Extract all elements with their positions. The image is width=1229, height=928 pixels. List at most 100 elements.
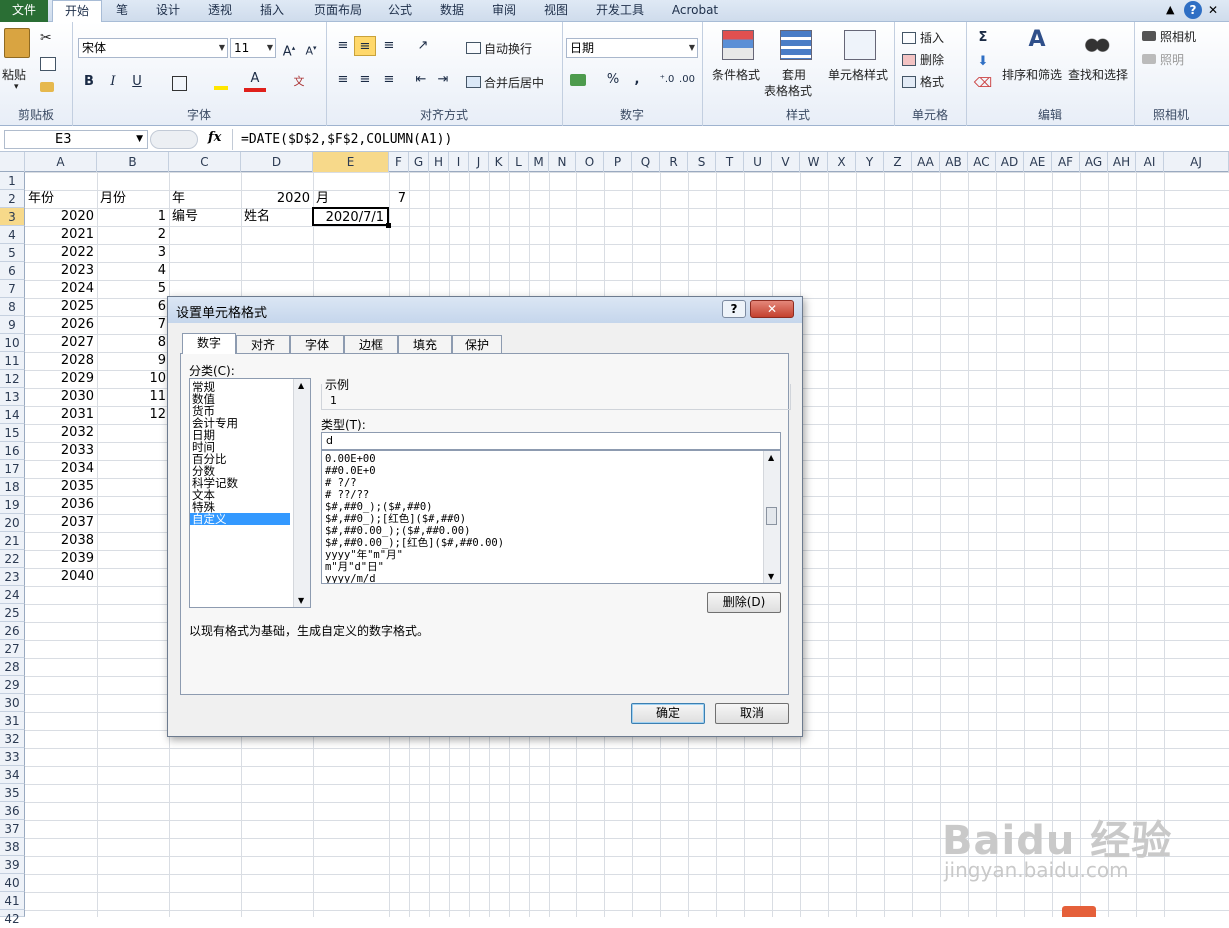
month-cell[interactable]: 9 bbox=[97, 352, 169, 370]
find-select-button[interactable]: 查找和选择 bbox=[1068, 66, 1128, 83]
autosum-icon[interactable]: Σ bbox=[972, 28, 994, 48]
row-header[interactable]: 27 bbox=[0, 640, 25, 658]
cell-e3-selected[interactable]: 2020/7/1 bbox=[312, 207, 389, 226]
year-cell[interactable]: 2023 bbox=[25, 262, 97, 280]
column-header[interactable]: AA bbox=[912, 152, 940, 172]
phonetic-icon[interactable]: 文 bbox=[288, 72, 310, 92]
tab-page-layout[interactable]: 页面布局 bbox=[306, 0, 370, 22]
tab-pivot[interactable]: 透视 bbox=[200, 0, 240, 22]
month-cell[interactable]: 5 bbox=[97, 280, 169, 298]
format-code-item[interactable]: $#,##0.00_);($#,##0.00) bbox=[322, 525, 780, 537]
dialog-close-button[interactable]: ✕ bbox=[750, 300, 794, 318]
copy-icon[interactable] bbox=[40, 57, 56, 71]
decrease-decimal-icon[interactable]: .00 bbox=[676, 70, 698, 90]
delete-cells-icon[interactable] bbox=[902, 54, 916, 66]
align-left-icon[interactable]: ≡ bbox=[332, 70, 354, 90]
column-header[interactable]: AB bbox=[940, 152, 968, 172]
column-header[interactable]: I bbox=[449, 152, 469, 172]
cell-e2[interactable]: 月 bbox=[316, 190, 329, 208]
format-list-scrollbar[interactable]: ▲ ▼ bbox=[763, 451, 780, 583]
column-header[interactable]: R bbox=[660, 152, 688, 172]
merge-center-button[interactable]: 合并后居中 bbox=[484, 74, 544, 91]
format-code-item[interactable]: $#,##0_);[红色]($#,##0) bbox=[322, 513, 780, 525]
column-header[interactable]: T bbox=[716, 152, 744, 172]
year-cell[interactable]: 2035 bbox=[25, 478, 97, 496]
column-header[interactable]: Y bbox=[856, 152, 884, 172]
year-cell[interactable]: 2025 bbox=[25, 298, 97, 316]
row-header[interactable]: 41 bbox=[0, 892, 25, 910]
row-header[interactable]: 18 bbox=[0, 478, 25, 496]
cell-styles-button[interactable]: 单元格样式 bbox=[828, 66, 888, 83]
column-header[interactable]: G bbox=[409, 152, 429, 172]
row-header[interactable]: 29 bbox=[0, 676, 25, 694]
year-cell[interactable]: 2022 bbox=[25, 244, 97, 262]
dialog-tab-fill[interactable]: 填充 bbox=[398, 335, 452, 354]
format-code-item[interactable]: yyyy"年"m"月" bbox=[322, 549, 780, 561]
fill-color-icon[interactable] bbox=[214, 74, 228, 90]
row-header[interactable]: 31 bbox=[0, 712, 25, 730]
format-code-item[interactable]: $#,##0.00_);[红色]($#,##0.00) bbox=[322, 537, 780, 549]
format-code-item[interactable]: m"月"d"日" bbox=[322, 561, 780, 573]
dialog-help-button[interactable]: ? bbox=[722, 300, 746, 318]
select-all-corner[interactable] bbox=[0, 152, 25, 172]
type-input[interactable]: d bbox=[321, 432, 781, 450]
column-header[interactable]: AJ bbox=[1164, 152, 1229, 172]
row-header[interactable]: 35 bbox=[0, 784, 25, 802]
number-format-combo[interactable]: 日期 ▼ bbox=[566, 38, 698, 58]
row-header[interactable]: 36 bbox=[0, 802, 25, 820]
formula-bar-splitter[interactable] bbox=[150, 130, 198, 149]
merge-center-icon[interactable] bbox=[466, 76, 481, 88]
scroll-down-icon[interactable]: ▼ bbox=[298, 596, 304, 605]
column-header[interactable]: C bbox=[169, 152, 241, 172]
year-cell[interactable]: 2033 bbox=[25, 442, 97, 460]
tab-insert[interactable]: 插入 bbox=[252, 0, 292, 22]
row-header[interactable]: 2 bbox=[0, 190, 25, 208]
format-cells-button[interactable]: 格式 bbox=[920, 73, 944, 90]
align-right-icon[interactable]: ≡ bbox=[378, 70, 400, 90]
row-header[interactable]: 11 bbox=[0, 352, 25, 370]
format-code-list[interactable]: 0.00E+00 ##0.0E+0 # ?/? # ??/?? $#,##0_)… bbox=[321, 450, 781, 584]
tab-review[interactable]: 审阅 bbox=[484, 0, 524, 22]
column-header[interactable]: X bbox=[828, 152, 856, 172]
cell-styles-icon[interactable] bbox=[844, 30, 876, 60]
row-header[interactable]: 1 bbox=[0, 172, 25, 190]
row-header[interactable]: 19 bbox=[0, 496, 25, 514]
scroll-up-icon[interactable]: ▲ bbox=[768, 453, 774, 462]
conditional-format-button[interactable]: 条件格式 bbox=[712, 66, 760, 83]
scroll-up-icon[interactable]: ▲ bbox=[298, 381, 304, 390]
increase-indent-icon[interactable]: ⇥ bbox=[432, 70, 454, 90]
row-header[interactable]: 24 bbox=[0, 586, 25, 604]
year-cell[interactable]: 2031 bbox=[25, 406, 97, 424]
row-header[interactable]: 13 bbox=[0, 388, 25, 406]
dialog-tab-number[interactable]: 数字 bbox=[182, 333, 236, 354]
fill-handle[interactable] bbox=[386, 223, 391, 228]
month-cell[interactable]: 10 bbox=[97, 370, 169, 388]
row-header[interactable]: 32 bbox=[0, 730, 25, 748]
orientation-icon[interactable]: ↗ bbox=[412, 36, 434, 56]
paste-button[interactable]: 粘贴 bbox=[2, 66, 26, 83]
camera-button[interactable]: 照相机 bbox=[1160, 28, 1196, 45]
column-header[interactable]: S bbox=[688, 152, 716, 172]
format-code-item[interactable]: 0.00E+00 bbox=[322, 453, 780, 465]
row-header[interactable]: 34 bbox=[0, 766, 25, 784]
align-bottom-icon[interactable]: ≡ bbox=[378, 36, 400, 56]
column-header[interactable]: W bbox=[800, 152, 828, 172]
name-box[interactable]: E3 ▼ bbox=[4, 130, 148, 149]
row-header[interactable]: 40 bbox=[0, 874, 25, 892]
tab-data[interactable]: 数据 bbox=[432, 0, 472, 22]
column-header[interactable]: U bbox=[744, 152, 772, 172]
year-cell[interactable]: 2020 bbox=[25, 208, 97, 226]
shrink-font-icon[interactable]: A▾ bbox=[300, 38, 322, 58]
row-header[interactable]: 4 bbox=[0, 226, 25, 244]
row-header[interactable]: 8 bbox=[0, 298, 25, 316]
grow-font-icon[interactable]: A▴ bbox=[278, 38, 300, 59]
cell-c3[interactable]: 编号 bbox=[172, 208, 198, 226]
format-code-item[interactable]: # ?/? bbox=[322, 477, 780, 489]
year-cell[interactable]: 2037 bbox=[25, 514, 97, 532]
formula-input[interactable]: =DATE($D$2,$F$2,COLUMN(A1)) bbox=[232, 129, 1229, 150]
scroll-down-icon[interactable]: ▼ bbox=[768, 572, 774, 581]
sort-filter-button[interactable]: 排序和筛选 bbox=[1002, 66, 1062, 83]
cancel-button[interactable]: 取消 bbox=[715, 703, 789, 724]
row-header[interactable]: 23 bbox=[0, 568, 25, 586]
cell-d3[interactable]: 姓名 bbox=[244, 208, 270, 226]
